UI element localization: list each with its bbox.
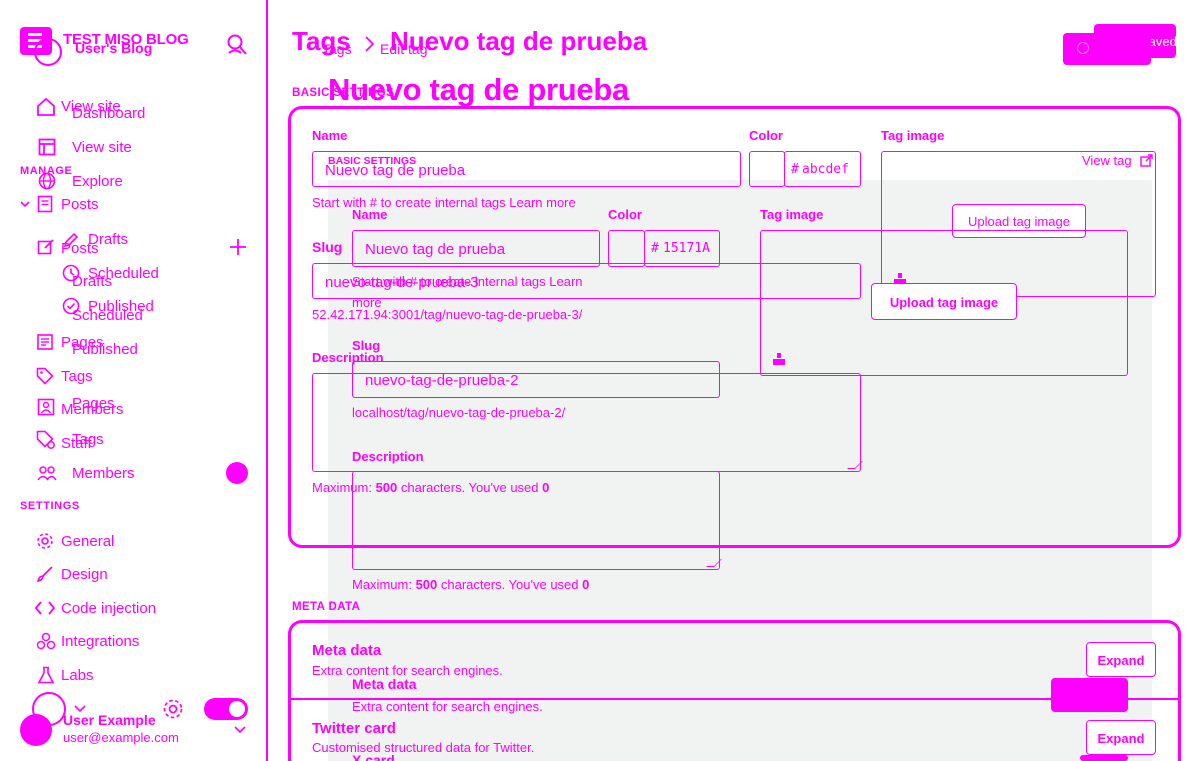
tag-image-label: Tag image <box>881 128 945 143</box>
ghost-name-input-value: Nuevo tag de prueba <box>365 241 506 258</box>
user-email: user@example.com <box>63 730 179 745</box>
external-link-icon[interactable] <box>1140 154 1153 167</box>
ghost-meta-data-description: Extra content for search engines. <box>352 699 543 714</box>
color-swatch[interactable] <box>749 151 785 187</box>
nav-posts-ghost[interactable]: Posts <box>61 240 99 257</box>
sidebar: TEST MISO BLOG User's Blog View site Das… <box>0 0 268 761</box>
posts-icon <box>37 195 53 213</box>
nav-code-injection[interactable]: Code injection <box>61 600 156 617</box>
meta-data-section-label: META DATA <box>292 601 361 613</box>
nav-view-site[interactable]: View site <box>72 139 132 156</box>
ghost-upload-icon <box>772 352 786 366</box>
color-hash: # <box>791 162 799 177</box>
edit-icon <box>37 238 55 256</box>
ghost-color-label: Color <box>608 207 642 222</box>
members-icon <box>37 465 57 481</box>
brush-icon <box>36 565 54 583</box>
chevron-right-icon <box>364 35 376 53</box>
breadcrumb-small-tags[interactable]: Tags <box>322 41 352 57</box>
pages-icon <box>37 334 53 350</box>
members-grid-icon <box>37 398 55 416</box>
settings-section-label: SETTINGS <box>20 500 80 512</box>
view-tag-link[interactable]: View tag <box>1082 153 1132 168</box>
settings-gear-icon[interactable] <box>162 698 184 720</box>
night-mode-toggle[interactable] <box>204 698 248 720</box>
url-preview: 52.42.171.94:3001/tag/nuevo-tag-de-prueb… <box>312 307 583 322</box>
ghost-url-preview: localhost/tag/nuevo-tag-de-prueba-2/ <box>352 405 566 420</box>
user-blog-label: User's Blog <box>75 40 153 56</box>
nav-labs[interactable]: Labs <box>61 667 94 684</box>
nav-drafts[interactable]: Drafts <box>72 273 112 290</box>
nav-published[interactable]: Published <box>72 341 138 358</box>
nav-design[interactable]: Design <box>61 566 108 583</box>
ghost-upload-tag-image-button[interactable]: Upload tag image <box>871 283 1017 320</box>
ghost-name-hint: Start with # to create internal tags Lea… <box>352 274 583 289</box>
nav-tags-ghost[interactable]: Tags <box>72 431 104 448</box>
slug-label: Slug <box>312 239 343 255</box>
avatar[interactable] <box>20 714 52 746</box>
ghost-x-card-button[interactable] <box>1080 755 1128 761</box>
ghost-tag-image-label: Tag image <box>760 207 824 222</box>
new-post-icon[interactable] <box>229 238 247 256</box>
nav-members[interactable]: Members <box>72 465 135 482</box>
ghost-color-swatch[interactable] <box>608 230 645 267</box>
color-input-value: abcdef <box>802 162 849 177</box>
ghost-color-value: 15171A <box>663 241 710 256</box>
gear-icon <box>36 532 54 550</box>
nav-general[interactable]: General <box>61 533 114 550</box>
view-site-icon <box>38 138 56 156</box>
globe-icon <box>38 172 56 190</box>
nav-explore[interactable]: Explore <box>72 173 123 190</box>
ghost-description-label: Description <box>352 449 424 464</box>
meta-data-title: Meta data <box>312 642 382 659</box>
loading-icon <box>1077 42 1089 54</box>
basic-settings-label: BASIC SETTINGS <box>292 87 395 99</box>
nav-scheduled[interactable]: Scheduled <box>72 307 143 324</box>
ghost-description-textarea[interactable] <box>352 471 720 570</box>
ghost-x-card-title: X card <box>352 752 395 761</box>
staff-icon <box>36 430 56 450</box>
flask-icon <box>37 666 55 684</box>
color-label: Color <box>749 128 783 143</box>
ghost-name-label: Name <box>352 207 388 222</box>
ghost-description-max-hint: Maximum: 500 characters. You've used 0 <box>352 577 590 592</box>
user-name: User Example <box>63 712 156 728</box>
search-icon[interactable] <box>226 33 248 57</box>
chevron-down-icon[interactable] <box>233 724 247 736</box>
ghost-slug-input-value: nuevo-tag-de-prueba-2 <box>365 372 519 389</box>
name-label: Name <box>312 128 348 143</box>
members-indicator-dot <box>226 462 248 484</box>
nav-integrations[interactable]: Integrations <box>61 633 139 650</box>
blog-avatar-icon <box>34 38 62 66</box>
ghost-expand-button[interactable] <box>1051 678 1128 712</box>
nav-tags[interactable]: Tags <box>61 368 93 385</box>
integrations-icon <box>36 632 56 650</box>
home-icon <box>36 97 56 117</box>
ghost-basic-settings-label: BASIC SETTINGS <box>328 155 417 167</box>
meta-data-expand-button[interactable]: Expand <box>1086 642 1156 677</box>
nav-dashboard[interactable]: Dashboard <box>72 105 145 122</box>
breadcrumb-current: Nuevo tag de prueba <box>390 26 648 56</box>
chevron-down-icon[interactable] <box>19 198 31 210</box>
ghost-color-hash: # <box>651 241 659 256</box>
nav-members-ghost[interactable]: Members <box>61 401 124 418</box>
twitter-card-title: Twitter card <box>312 720 396 737</box>
tag-icon <box>36 367 54 385</box>
code-icon <box>35 601 55 615</box>
twitter-card-expand-button[interactable]: Expand <box>1086 720 1156 755</box>
ghost-meta-data-title: Meta data <box>352 676 417 692</box>
twitter-card-description: Customised structured data for Twitter. <box>312 740 535 755</box>
nav-posts[interactable]: Posts <box>61 196 99 213</box>
